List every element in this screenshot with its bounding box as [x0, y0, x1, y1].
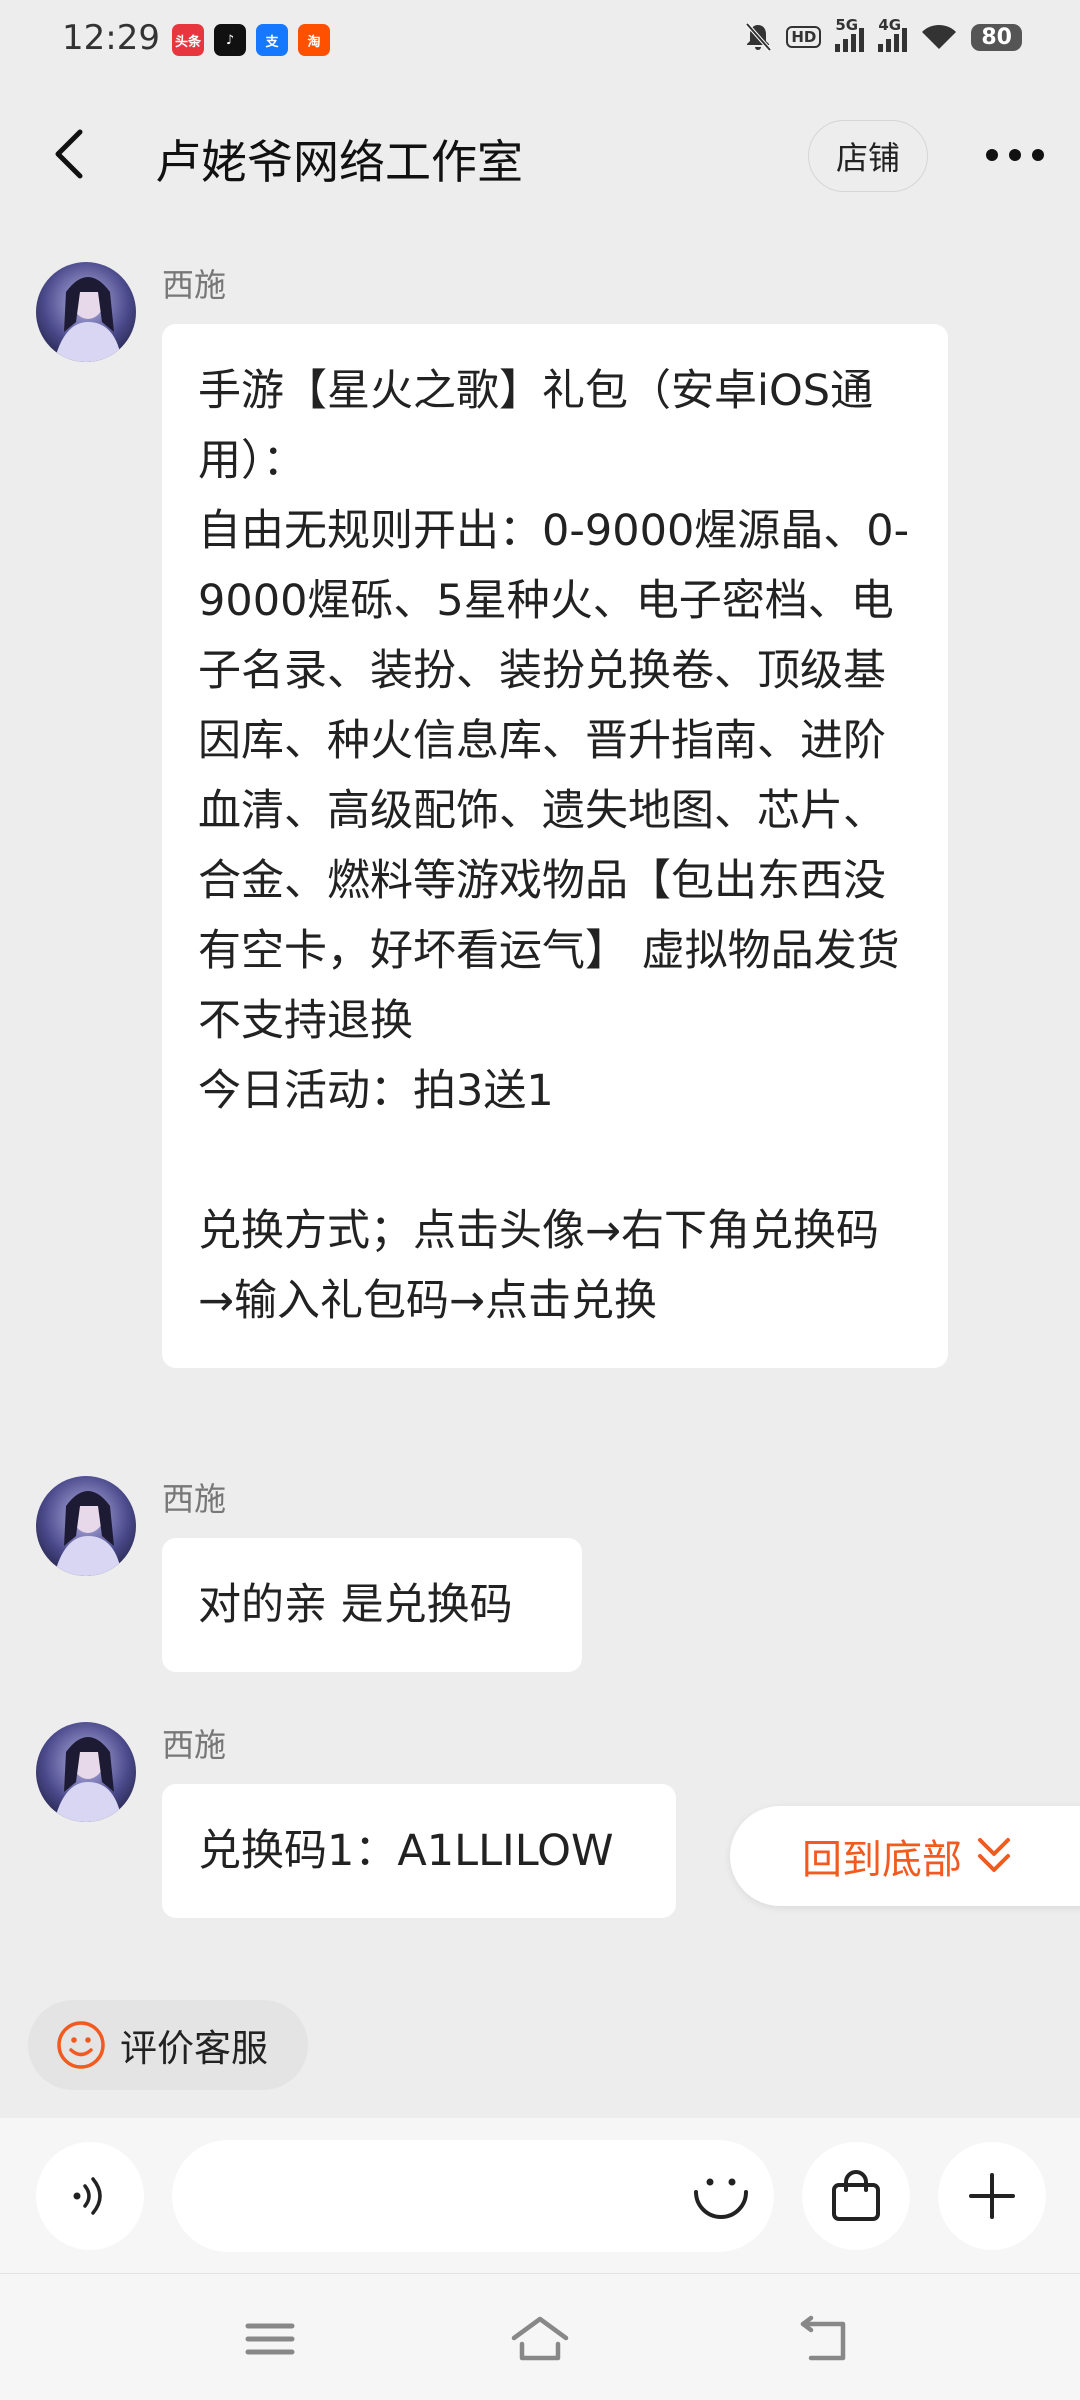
wifi-icon — [922, 24, 957, 49]
more-options-icon[interactable] — [984, 142, 1046, 168]
back-to-bottom-label: 回到底部 — [802, 1837, 962, 1883]
alipay-app-icon: 支 — [256, 24, 288, 56]
plus-icon — [969, 2173, 1015, 2219]
avatar[interactable] — [36, 1722, 136, 1822]
back-nav-icon[interactable] — [795, 2314, 855, 2364]
status-bar: 12:29 头条 ♪ 支 淘 HD 5G 4G 80 — [0, 0, 1080, 84]
rate-service-button[interactable]: 评价客服 — [28, 2000, 308, 2090]
mute-icon — [745, 22, 772, 52]
message-bubble[interactable]: 对的亲 是兑换码 — [162, 1538, 582, 1672]
avatar[interactable] — [36, 1476, 136, 1576]
chat-title: 卢姥爷网络工作室 — [155, 135, 523, 189]
status-time: 12:29 — [62, 18, 160, 58]
message-bubble[interactable]: 兑换码1：A1LLILOW — [162, 1784, 676, 1918]
avatar[interactable] — [36, 262, 136, 362]
double-chevron-down-icon — [978, 1838, 1010, 1872]
products-button[interactable] — [802, 2142, 910, 2250]
voice-wave-icon — [73, 2177, 102, 2215]
shopping-bag-icon — [832, 2170, 880, 2221]
system-navigation-bar — [0, 2273, 1080, 2400]
battery-indicator: 80 — [971, 23, 1022, 51]
sender-name: 西施 — [162, 266, 227, 304]
emoji-button-icon[interactable] — [690, 2164, 752, 2226]
back-to-bottom-button[interactable]: 回到底部 — [730, 1806, 1080, 1906]
sender-name: 西施 — [162, 1726, 227, 1764]
tiktok-app-icon: ♪ — [214, 24, 246, 56]
avatar-image — [36, 1722, 136, 1822]
message-bubble[interactable]: 手游【星火之歌】礼包（安卓iOS通用）： 自由无规则开出：0-9000煋源晶、0… — [162, 324, 948, 1368]
smiley-icon — [57, 2021, 105, 2069]
shop-button[interactable]: 店铺 — [808, 120, 928, 192]
taobao-app-icon: 淘 — [298, 24, 330, 56]
menu-icon[interactable] — [240, 2314, 300, 2364]
back-arrow-icon[interactable] — [50, 126, 90, 182]
status-app-icons: 头条 ♪ 支 淘 — [172, 24, 330, 56]
toutiao-app-icon: 头条 — [172, 24, 204, 56]
more-actions-button[interactable] — [938, 2142, 1046, 2250]
signal-4g-icon: 4G — [878, 16, 908, 52]
message-input[interactable] — [172, 2140, 774, 2252]
voice-input-button[interactable] — [36, 2142, 144, 2250]
avatar-image — [36, 262, 136, 362]
signal-5g-icon: 5G — [835, 16, 865, 52]
sender-name: 西施 — [162, 1480, 227, 1518]
home-icon[interactable] — [510, 2314, 570, 2364]
status-indicators: HD 5G 4G 80 — [744, 16, 1022, 52]
rate-service-label: 评价客服 — [120, 2027, 268, 2070]
message-input-bar — [0, 2118, 1080, 2273]
avatar-image — [36, 1476, 136, 1576]
hd-voice-icon: HD — [786, 26, 822, 48]
chat-header: 卢姥爷网络工作室 店铺 — [0, 84, 1080, 224]
